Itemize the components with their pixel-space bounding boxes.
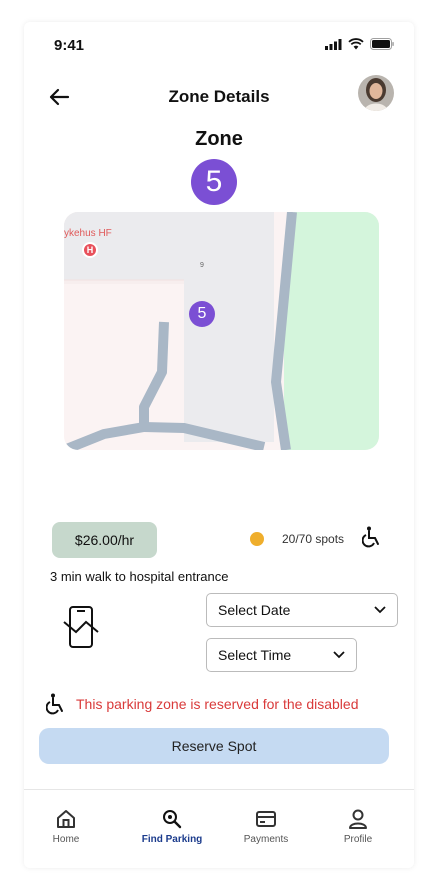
battery-icon [370,38,394,50]
price-badge: $26.00/hr [52,522,157,558]
zone-label: Zone [195,128,243,150]
disabled-notice-text: This parking zone is reserved for the di… [76,696,359,712]
signal-icon [325,38,342,50]
phone-screen: 9:41 Zone Details Zone 5 ykehus HF H 9 5… [24,22,414,868]
nav-item-find-parking[interactable]: Find Parking [136,808,208,845]
nav-item-profile[interactable]: Profile [336,808,380,845]
reserve-spot-button[interactable]: Reserve Spot [39,728,389,764]
map-small-label: 9 [200,262,204,269]
nav-label-payments: Payments [243,834,289,845]
nav-item-payments[interactable]: Payments [238,808,294,845]
walk-distance-text: 3 min walk to hospital entrance [50,569,229,584]
chevron-down-icon [374,606,386,614]
map-graphic [64,212,379,450]
wheelchair-icon [361,526,382,553]
chevron-down-icon [333,651,345,659]
avatar[interactable] [358,75,394,111]
map-poi-label: ykehus HF [64,228,112,239]
zone-map[interactable]: ykehus HF H 9 5 [64,212,379,450]
availability-dot [250,532,264,546]
time-select[interactable]: Select Time [206,638,357,672]
spots-count: 20/70 spots [282,532,345,546]
nav-label-find-parking: Find Parking [141,834,203,845]
user-icon [349,809,367,829]
wheelchair-icon [46,693,63,715]
nav-label-home: Home [52,834,80,845]
date-select[interactable]: Select Date [206,593,398,627]
zone-map-marker[interactable]: 5 [189,301,215,327]
wifi-icon [348,38,364,50]
home-icon [57,810,75,828]
page-title: Zone Details [168,87,270,106]
search-icon [163,810,182,829]
phone-rotate-icon [60,602,102,657]
date-select-label: Select Date [218,602,291,618]
disabled-notice: This parking zone is reserved for the di… [46,693,358,715]
bottom-nav: Home Find Parking Payments Profile [24,789,414,868]
nav-item-home[interactable]: Home [46,808,86,845]
status-time: 9:41 [54,37,85,54]
hospital-pin-icon[interactable]: H [82,242,98,258]
avatar-photo-icon [358,75,394,111]
header: Zone Details [24,75,414,122]
nav-label-profile: Profile [343,834,373,845]
hospital-pin-label: H [86,245,94,255]
time-select-label: Select Time [218,647,292,663]
zone-number-badge: 5 [191,159,237,205]
status-bar: 9:41 [24,22,414,70]
status-icons [325,38,394,50]
card-icon [256,811,276,827]
